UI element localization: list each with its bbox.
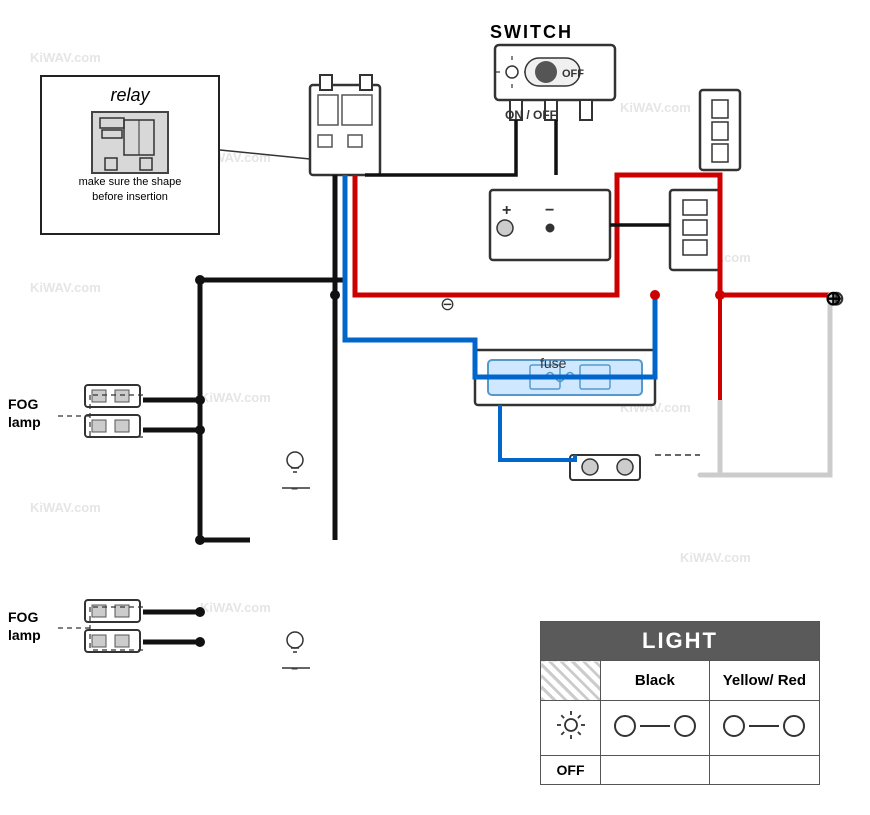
legend-col1-header: Black <box>601 661 710 701</box>
legend-sun-icon <box>541 701 601 756</box>
switch-label: SWITCH <box>490 22 573 43</box>
legend-col2-header: Yellow/ Red <box>709 661 819 701</box>
fog-lamp-2-label: FOGlamp <box>8 608 41 644</box>
svg-text:OFF: OFF <box>562 68 584 80</box>
legend-title: LIGHT <box>541 622 820 661</box>
legend-off-label: OFF <box>541 756 601 785</box>
fog-lamp-1-label: FOGlamp <box>8 395 41 431</box>
legend-off-yellow-cell <box>709 756 819 785</box>
legend-on-black-cell <box>601 701 710 756</box>
svg-text:+: + <box>502 202 511 219</box>
svg-text:−: − <box>545 202 554 219</box>
plus-symbol: ⊕ <box>825 286 842 311</box>
legend-hatch-cell <box>541 661 601 701</box>
on-off-label: ON / OFF <box>505 108 557 122</box>
legend-off-black-cell <box>601 756 710 785</box>
svg-text:−: − <box>291 482 298 496</box>
fuse-label: fuse <box>540 355 566 371</box>
legend-table: LIGHT Black Yellow/ Red <box>540 621 820 785</box>
svg-text:−: − <box>291 662 298 676</box>
wiring-diagram: KiWAV.com KiWAV.com KiWAV.com KiWAV.com … <box>0 0 870 815</box>
legend-on-yellow-cell <box>709 701 819 756</box>
